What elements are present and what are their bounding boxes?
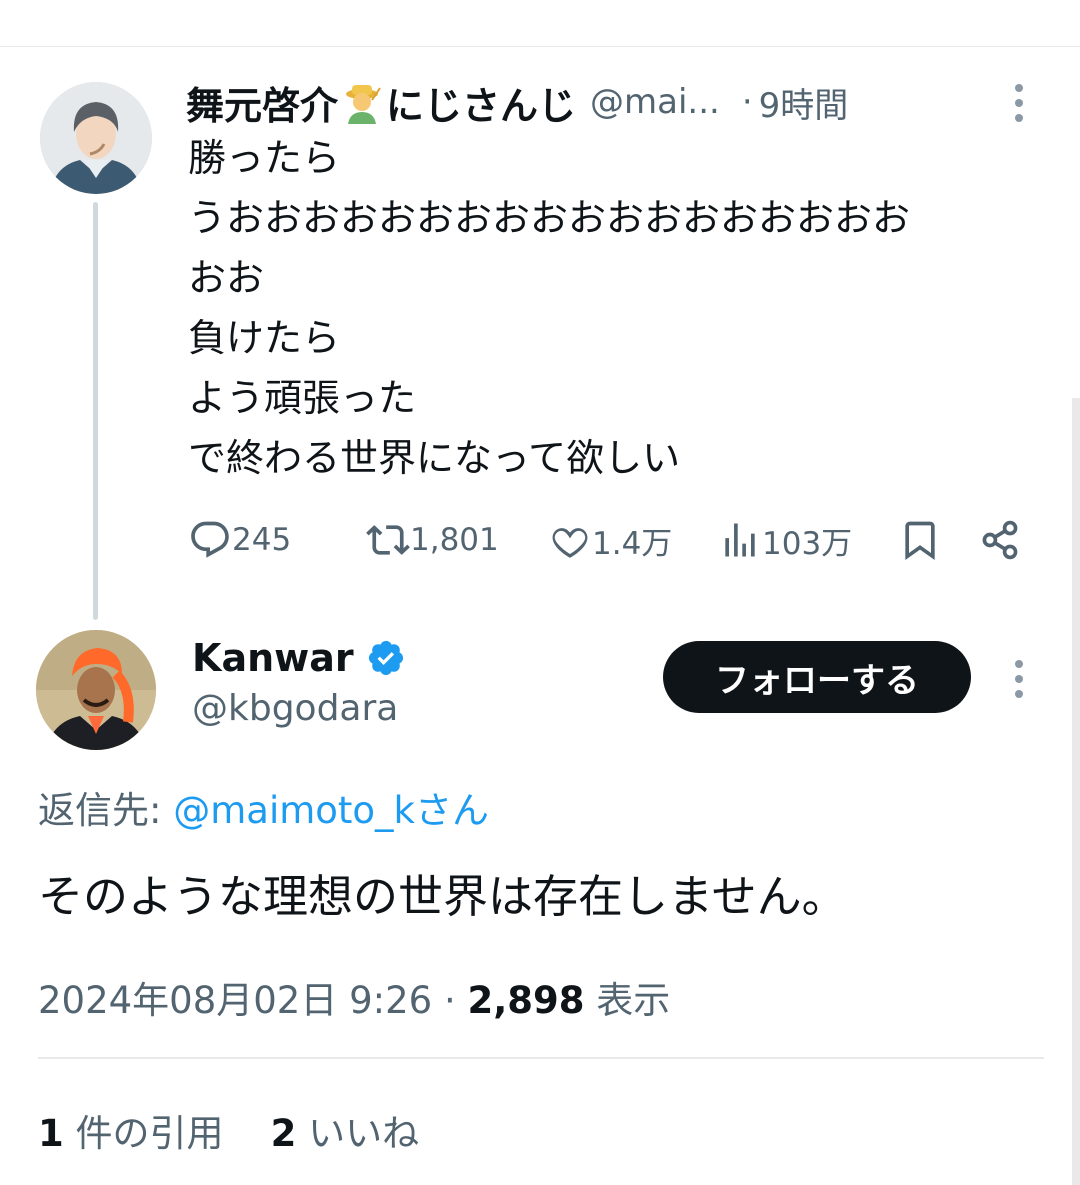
share-icon xyxy=(982,520,1018,560)
retweet-icon xyxy=(366,525,410,555)
author-handle[interactable]: @mai... xyxy=(590,82,720,122)
replying-to-mention[interactable]: @maimoto_kさん xyxy=(173,789,489,832)
top-divider xyxy=(0,46,1080,47)
meta-separator: · xyxy=(443,979,456,1022)
tweet-actions: 245 1,801 1.4万 103万 xyxy=(188,515,1028,565)
reply-button[interactable]: 245 xyxy=(188,515,291,565)
bookmark-icon xyxy=(905,521,935,561)
header-separator: · xyxy=(741,82,753,122)
like-stat-label: いいね xyxy=(308,1112,420,1155)
replying-to: 返信先: @maimoto_kさん xyxy=(38,780,489,834)
more-icon[interactable] xyxy=(1014,84,1024,122)
views-button[interactable]: 103万 xyxy=(718,515,852,565)
divider xyxy=(38,1057,1044,1059)
view-label: 表示 xyxy=(596,979,671,1022)
quote-stat[interactable]: 1 件の引用 xyxy=(38,1112,224,1155)
avatar[interactable] xyxy=(40,82,152,194)
like-button[interactable]: 1.4万 xyxy=(548,515,672,565)
view-count: 2,898 xyxy=(467,979,585,1022)
like-stat[interactable]: 2 いいね xyxy=(271,1112,420,1155)
like-stat-count: 2 xyxy=(270,1112,297,1155)
retweet-button[interactable]: 1,801 xyxy=(366,515,499,565)
retweet-count: 1,801 xyxy=(410,522,499,558)
replying-to-label: 返信先: xyxy=(38,789,162,832)
reply-text: そのような理想の世界は存在しません。 xyxy=(38,870,847,923)
quote-count: 1 xyxy=(38,1112,64,1155)
reply-author-name[interactable]: Kanwar xyxy=(192,636,354,680)
share-button[interactable] xyxy=(978,515,1022,565)
tweet-meta: 2024年08月02日 9:26 · 2,898 表示 xyxy=(38,970,670,1024)
tweet-text-line: おお xyxy=(188,256,265,300)
reply-author-handle[interactable]: @kbgodara xyxy=(192,688,398,729)
follow-button[interactable]: フォローする xyxy=(663,641,971,713)
verified-badge-icon[interactable] xyxy=(366,638,406,678)
tweet-time[interactable]: 9時間 xyxy=(759,78,849,127)
quote-label: 件の引用 xyxy=(75,1112,224,1155)
views-count: 103万 xyxy=(762,525,853,562)
analytics-icon xyxy=(725,523,755,557)
reply-icon xyxy=(191,521,229,558)
like-count: 1.4万 xyxy=(592,525,673,562)
author-name[interactable]: 舞元啓介 xyxy=(186,75,338,130)
tweet-text-line: うおおおおおおおおおおおおおおおおおお xyxy=(188,196,911,240)
tweet-text-line: 勝ったら xyxy=(188,136,341,180)
thread-connector-line xyxy=(93,202,98,620)
avatar[interactable] xyxy=(36,630,156,750)
bookmark-button[interactable] xyxy=(898,515,942,565)
more-icon[interactable] xyxy=(1014,660,1024,698)
reply-count: 245 xyxy=(232,522,292,558)
reply-author-row: Kanwar xyxy=(192,630,406,686)
tweet-text-line: よう頑張った xyxy=(188,376,417,420)
tweet-timestamp[interactable]: 2024年08月02日 9:26 xyxy=(38,979,432,1022)
author-name-suffix[interactable]: にじさんじ xyxy=(386,75,576,130)
tweet-header: 舞元啓介 にじさんじ @mai... · 9時間 xyxy=(186,72,848,132)
tweet-text-line: 負けたら xyxy=(188,316,341,360)
heart-icon xyxy=(552,528,588,558)
tweet-text-line: で終わる世界になって欲しい xyxy=(188,436,681,480)
tweet-text: 勝ったら うおおおおおおおおおおおおおおおおおお おお 負けたら よう頑張った … xyxy=(188,128,1058,488)
scrollbar[interactable] xyxy=(1072,398,1080,1185)
engagement-stats: 1 件の引用 2 いいね xyxy=(38,1103,419,1157)
farmer-emoji-icon xyxy=(340,80,384,124)
